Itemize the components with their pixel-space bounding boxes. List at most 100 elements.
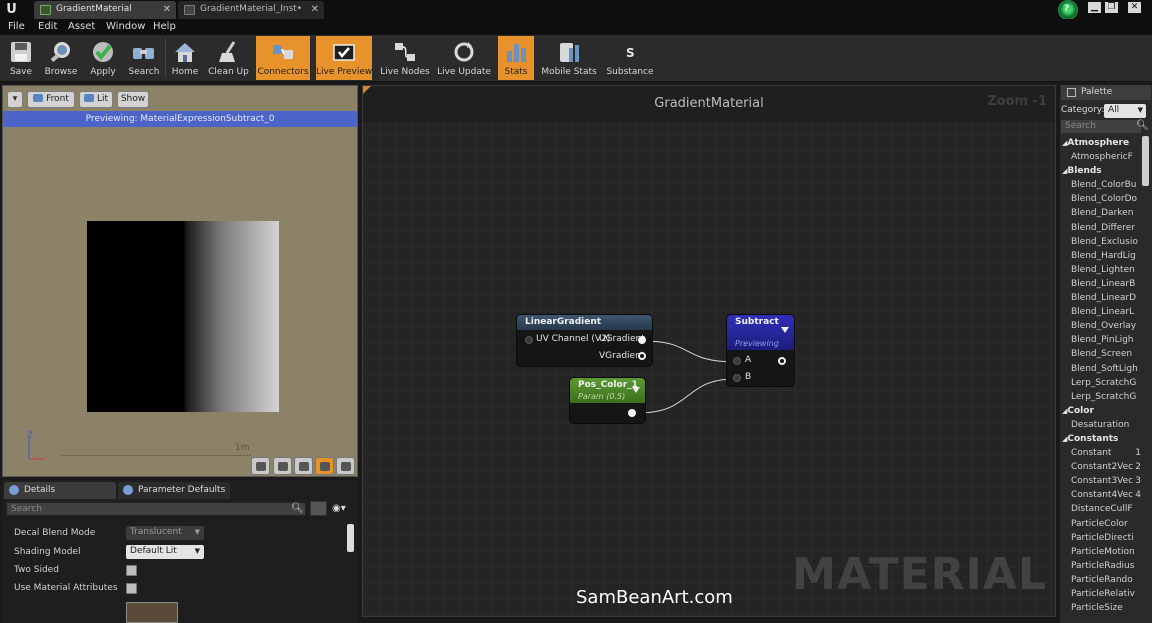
cylinder-shape-button[interactable] — [251, 457, 270, 475]
palette-item[interactable]: ParticleRando — [1061, 573, 1141, 587]
chevron-down-icon[interactable] — [781, 327, 789, 333]
search-button[interactable]: Search — [125, 36, 163, 80]
search-icon[interactable]: 🔍︎ — [291, 503, 304, 515]
sphere-shape-button[interactable] — [273, 457, 292, 475]
palette-item[interactable]: Lerp_ScratchG — [1061, 376, 1141, 390]
details-search-input[interactable]: Search — [6, 502, 306, 516]
palette-item[interactable]: Constant2Vec 2 — [1061, 460, 1141, 475]
palette-category[interactable]: ◢Color — [1061, 404, 1141, 418]
close-icon[interactable]: ✕ — [163, 4, 171, 15]
palette-category[interactable]: ◢Blends — [1061, 164, 1141, 178]
tab-details[interactable]: Details — [4, 482, 116, 499]
palette-item[interactable]: Blend_Exclusio — [1061, 235, 1141, 249]
preview-viewport[interactable]: ▾ Front Lit Show Previewing: MaterialExp… — [2, 85, 358, 477]
home-button[interactable]: Home — [167, 36, 203, 80]
shading-model-combo[interactable]: Default Lit — [126, 545, 204, 559]
palette-item[interactable]: Constant3Vec 3 — [1061, 474, 1141, 489]
palette-item[interactable]: Blend_Screen — [1061, 347, 1141, 361]
category-combo[interactable]: All — [1104, 104, 1146, 118]
palette-item[interactable]: Blend_Lighten — [1061, 263, 1141, 277]
close-icon[interactable]: ✕ — [311, 4, 319, 15]
minimize-button[interactable]: ▁ — [1088, 2, 1101, 13]
palette-item[interactable]: Blend_SoftLigh — [1061, 362, 1141, 376]
palette-item[interactable]: AtmosphericF — [1061, 150, 1141, 164]
use-material-attributes-checkbox[interactable] — [126, 583, 137, 594]
close-window-button[interactable]: ✕ — [1128, 2, 1141, 13]
palette-category[interactable]: ◢Constants — [1061, 432, 1141, 446]
maximize-button[interactable]: ❐ — [1105, 2, 1118, 13]
palette-item[interactable]: Blend_HardLig — [1061, 249, 1141, 263]
palette-item[interactable]: Blend_LinearL — [1061, 305, 1141, 319]
pin-output[interactable] — [628, 409, 636, 417]
live-preview-button[interactable]: Live Preview — [316, 36, 372, 80]
pin-uv-channel[interactable] — [525, 336, 533, 344]
palette-item[interactable]: ParticleColor — [1061, 517, 1141, 531]
palette-item[interactable]: Blend_LinearB — [1061, 277, 1141, 291]
unreal-logo-icon[interactable]: U — [3, 1, 20, 18]
details-scrollbar[interactable] — [347, 524, 354, 552]
palette-item[interactable]: Blend_Overlay — [1061, 319, 1141, 333]
pin-ugradient[interactable] — [638, 336, 646, 344]
menu-window[interactable]: Window — [106, 21, 145, 32]
live-update-button[interactable]: Live Update — [436, 36, 492, 80]
tab-gradient-material[interactable]: GradientMaterial ✕ — [34, 1, 176, 19]
tab-parameter-defaults[interactable]: Parameter Defaults — [118, 482, 230, 499]
node-linear-gradient[interactable]: LinearGradient UV Channel (V2) UGradient… — [517, 315, 652, 366]
view-mode-button[interactable]: Front — [27, 91, 75, 108]
palette-item[interactable]: ParticleRelativ — [1061, 587, 1141, 601]
palette-item[interactable]: Blend_Differer — [1061, 221, 1141, 235]
palette-category[interactable]: ◢Atmosphere — [1061, 136, 1141, 150]
palette-item[interactable]: DistanceCullF — [1061, 502, 1141, 516]
node-subtract[interactable]: Subtract Previewing A B — [727, 315, 794, 386]
plane-shape-button[interactable] — [294, 457, 313, 475]
property-matrix-icon[interactable] — [310, 501, 327, 516]
stats-button[interactable]: Stats — [498, 36, 534, 80]
palette-item[interactable]: Blend_LinearD — [1061, 291, 1141, 305]
help-orb-button[interactable]: ? — [1058, 0, 1078, 20]
chevron-down-icon[interactable] — [632, 387, 640, 393]
menu-help[interactable]: Help — [153, 21, 176, 32]
palette-item[interactable]: Blend_ColorBu — [1061, 178, 1141, 192]
palette-item[interactable]: ParticleRadius — [1061, 559, 1141, 573]
connectors-button[interactable]: Connectors — [256, 36, 310, 80]
palette-item[interactable]: Constant 1 — [1061, 446, 1141, 461]
substance-button[interactable]: S Substance — [603, 36, 657, 80]
palette-item[interactable]: Blend_PinLigh — [1061, 333, 1141, 347]
pin-output[interactable] — [778, 357, 786, 365]
pin-a[interactable] — [733, 357, 741, 365]
custom-mesh-button[interactable] — [336, 457, 355, 475]
show-button[interactable]: Show — [117, 91, 149, 108]
menu-edit[interactable]: Edit — [38, 21, 57, 32]
palette-item[interactable]: ParticleMotion — [1061, 545, 1141, 559]
menu-asset[interactable]: Asset — [68, 21, 95, 32]
save-button[interactable]: Save — [3, 36, 39, 80]
node-pos-color[interactable]: Pos_Color_1 Param (0.5) — [570, 378, 645, 423]
two-sided-checkbox[interactable] — [126, 565, 137, 576]
lighting-button[interactable]: Lit — [79, 91, 113, 108]
cube-shape-button[interactable] — [315, 457, 334, 475]
decal-blend-mode-combo[interactable]: Translucent — [126, 526, 204, 540]
viewport-options-button[interactable]: ▾ — [7, 91, 23, 108]
palette-item[interactable]: Desaturation — [1061, 418, 1141, 432]
eye-icon[interactable]: ◉▾ — [332, 503, 346, 514]
palette-item[interactable]: Lerp_ScratchG — [1061, 390, 1141, 404]
palette-item[interactable]: ParticleSize — [1061, 601, 1141, 615]
tab-gradient-material-instance[interactable]: GradientMaterial_Inst• ✕ — [178, 1, 324, 19]
tab-palette[interactable]: Palette — [1061, 85, 1151, 100]
pin-vgradient[interactable] — [638, 352, 646, 360]
menu-file[interactable]: File — [8, 21, 25, 32]
palette-item[interactable]: Blend_ColorDo — [1061, 192, 1141, 206]
mobile-stats-button[interactable]: Mobile Stats — [539, 36, 599, 80]
palette-item[interactable]: Blend_Darken — [1061, 206, 1141, 220]
pin-b[interactable] — [733, 374, 741, 382]
apply-button[interactable]: Apply — [84, 36, 122, 80]
palette-scrollbar[interactable] — [1142, 136, 1149, 186]
palette-item[interactable]: Constant4Vec 4 — [1061, 488, 1141, 503]
clean-up-button[interactable]: Clean Up — [206, 36, 251, 80]
material-graph-canvas[interactable]: GradientMaterial Zoom -1 LinearGradient … — [362, 85, 1056, 617]
palette-item[interactable]: ParticleDirecti — [1061, 531, 1141, 545]
palette-search-input[interactable]: Search — [1061, 120, 1141, 133]
live-nodes-button[interactable]: Live Nodes — [378, 36, 432, 80]
search-icon[interactable]: 🔍︎ — [1136, 120, 1149, 131]
browse-button[interactable]: Browse — [41, 36, 81, 80]
